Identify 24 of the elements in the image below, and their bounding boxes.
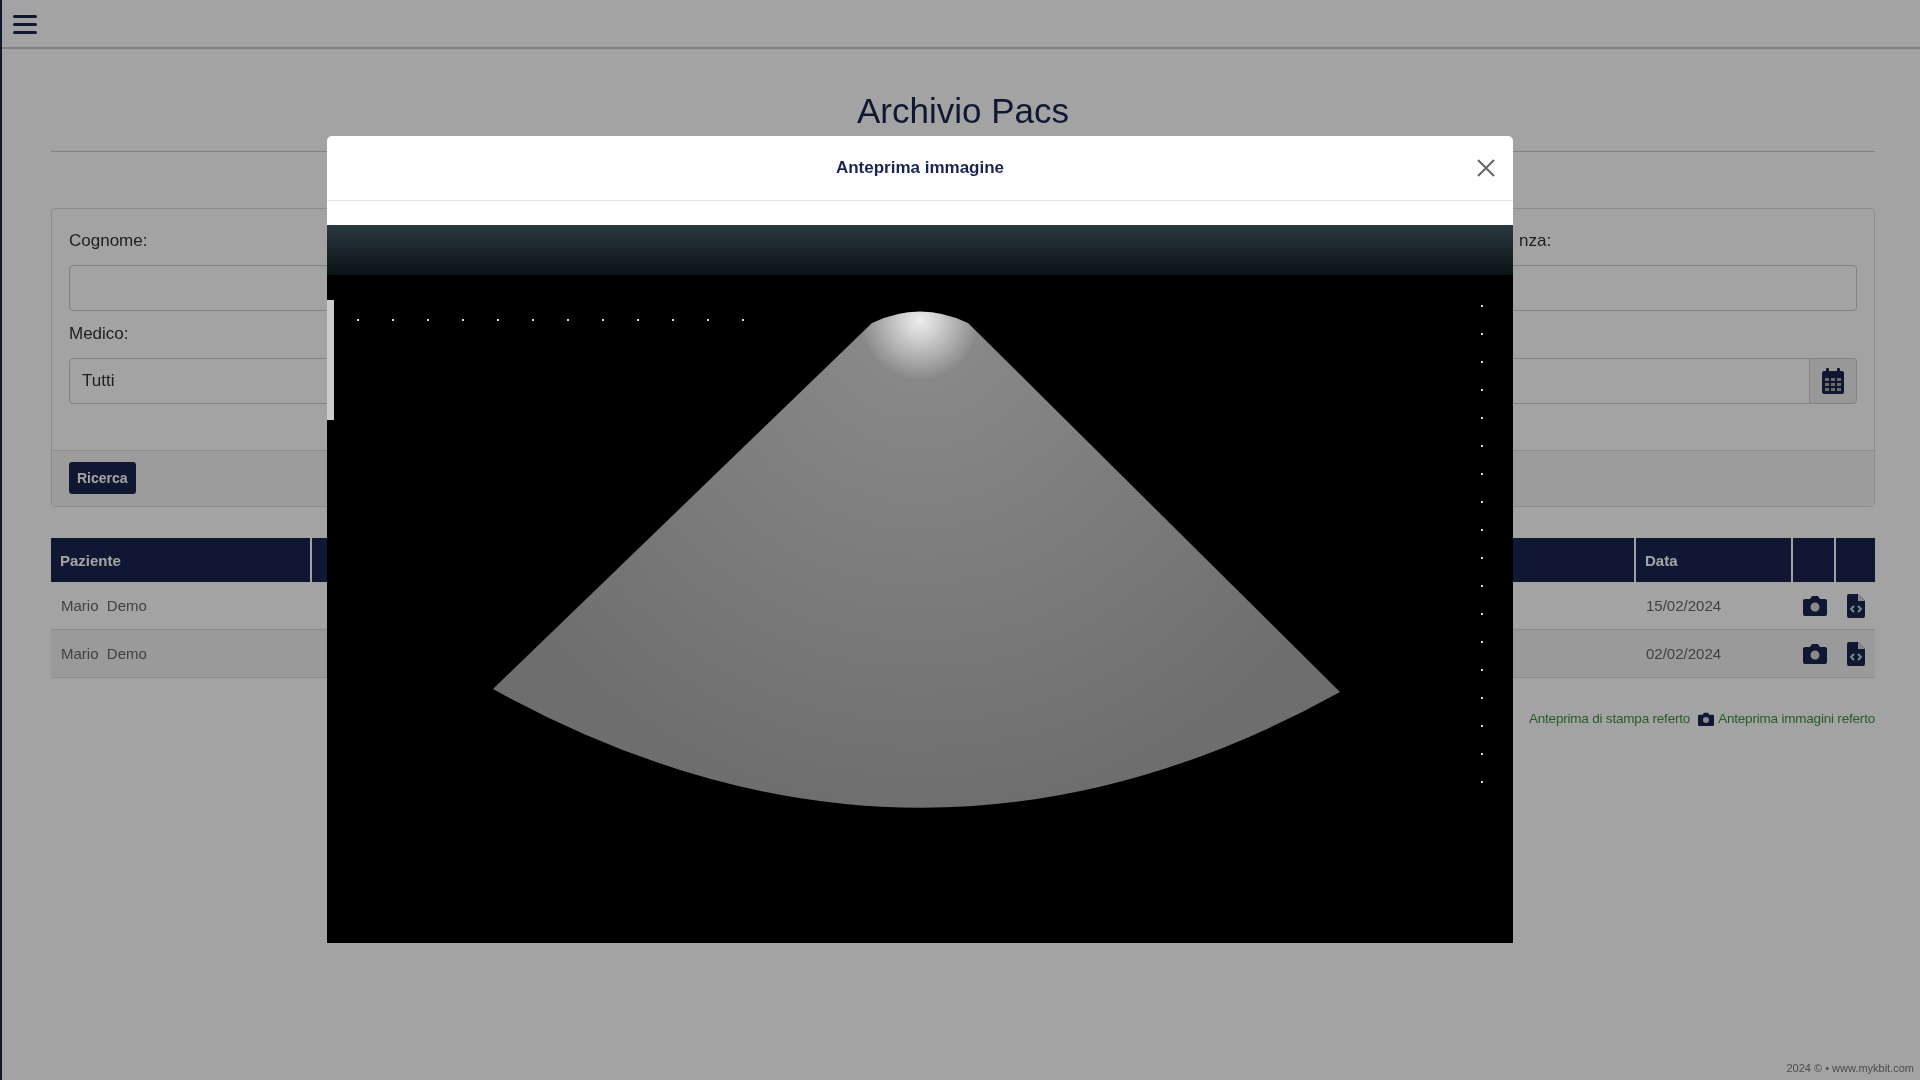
modal-title: Anteprima immagine	[835, 158, 1005, 178]
menu-icon[interactable]	[13, 13, 37, 34]
camera-icon	[1698, 711, 1715, 726]
table-cell-text: Mario Demo	[60, 644, 148, 664]
column-header: Data	[1636, 538, 1793, 582]
camera-icon[interactable]	[1802, 643, 1827, 664]
calendar-button[interactable]	[1810, 358, 1857, 404]
field-label: Medico:	[69, 324, 130, 344]
column-header: Paziente	[51, 538, 312, 582]
calendar-icon	[1822, 368, 1844, 394]
table-cell-text: 15/02/2024	[1645, 596, 1723, 616]
code-file-icon[interactable]	[1846, 641, 1865, 666]
footer-text: 2024 © • www.mykbit.com	[1786, 1062, 1915, 1076]
field-label: nza:	[1518, 231, 1553, 251]
field-label: Cognome:	[69, 231, 149, 251]
page-title: Archivio Pacs	[856, 90, 1070, 132]
legend-text: Anteprima di stampa referto	[1528, 711, 1691, 726]
camera-icon[interactable]	[1802, 595, 1827, 616]
legend-text: Anteprima immagini referto	[1718, 711, 1875, 726]
code-file-icon[interactable]	[1846, 593, 1865, 618]
table-cell-text: 02/02/2024	[1645, 644, 1723, 664]
search-button[interactable]: Ricerca	[69, 462, 136, 494]
close-icon[interactable]	[1477, 159, 1495, 177]
table-cell-text: Mario Demo	[60, 596, 148, 616]
